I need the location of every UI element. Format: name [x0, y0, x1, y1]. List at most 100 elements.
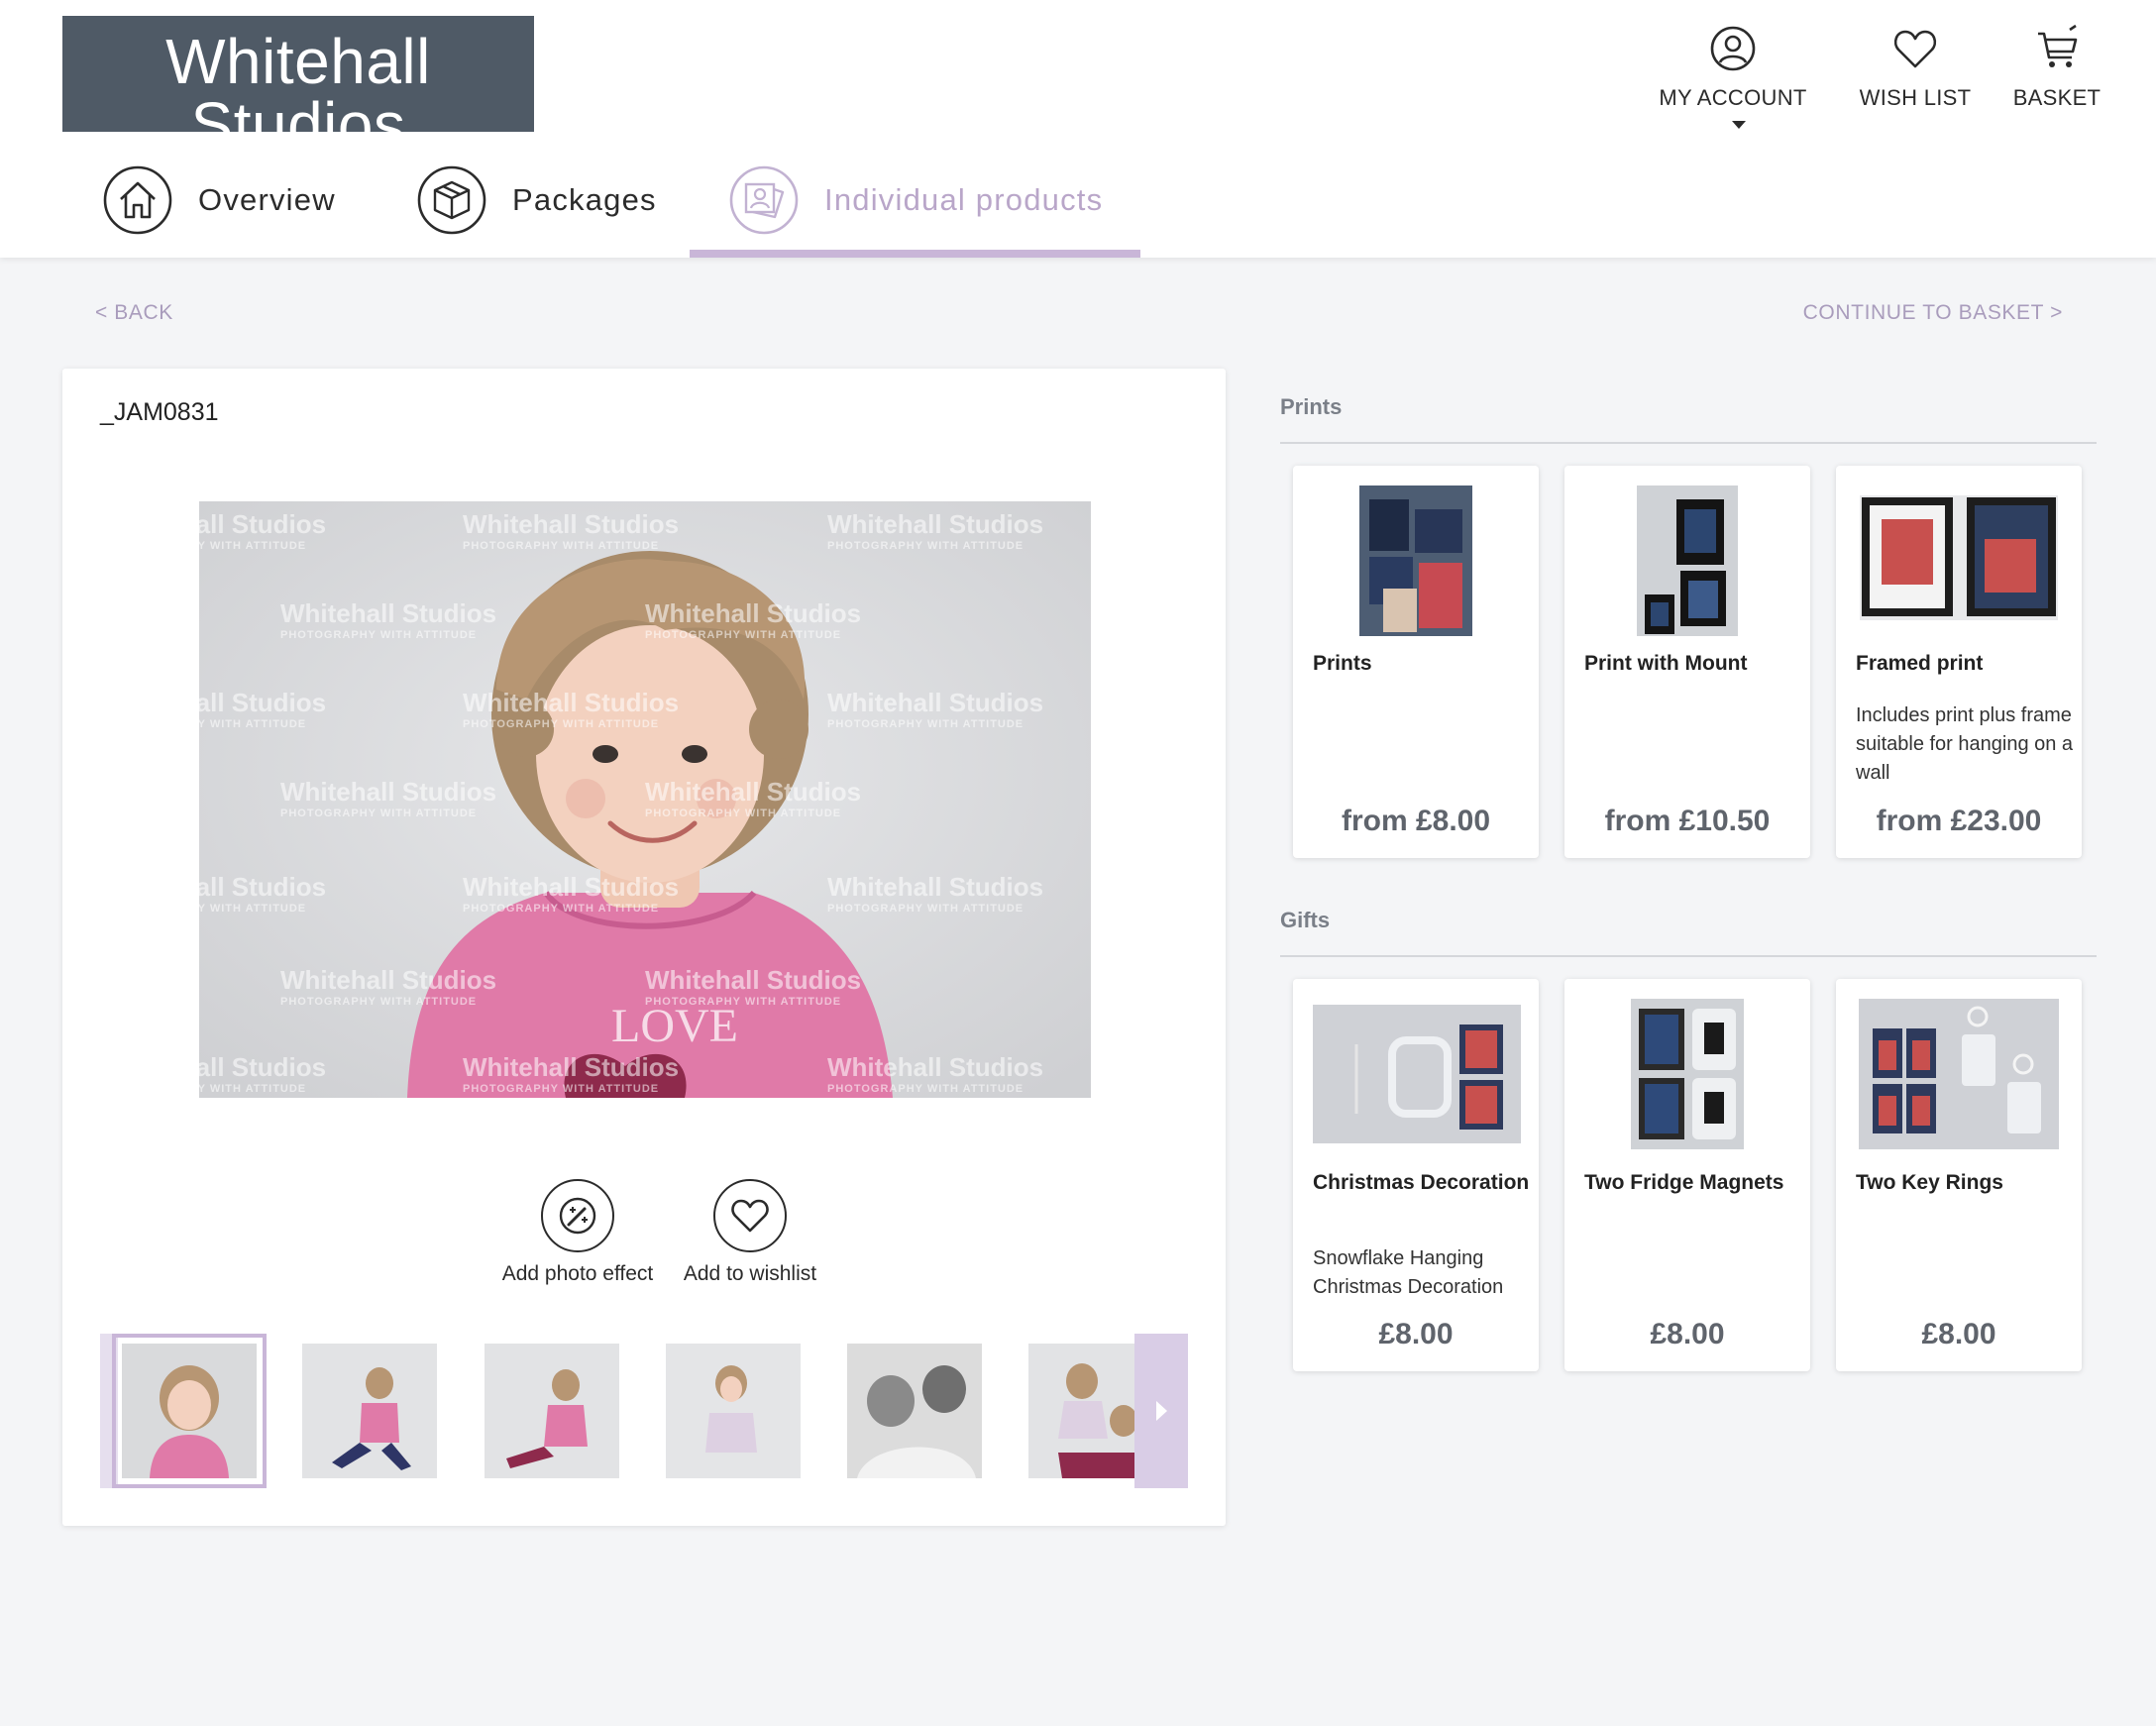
watermark-tag: PHOTOGRAPHY WITH ATTITUDE [827, 903, 1024, 915]
thumbnail[interactable] [666, 1344, 801, 1478]
watermark: Whitehall StudiosPHOTOGRAPHY WITH ATTITU… [463, 509, 679, 552]
user-icon [1710, 26, 1756, 71]
watermark: Whitehall StudiosPHOTOGRAPHY WITH ATTITU… [280, 965, 496, 1008]
chevron-right-icon [1155, 1401, 1167, 1421]
watermark-name: Whitehall Studios [827, 509, 1044, 539]
home-icon [103, 165, 172, 235]
add-to-wishlist-button[interactable]: Add to wishlist [661, 1179, 839, 1286]
watermark: Whitehall StudiosPHOTOGRAPHY WITH ATTITU… [199, 688, 326, 730]
watermark: Whitehall StudiosPHOTOGRAPHY WITH ATTITU… [827, 688, 1043, 730]
product-card-framed-print[interactable]: Framed print Includes print plus frame s… [1836, 466, 2082, 858]
product-name: Two Key Rings [1856, 1171, 2003, 1194]
watermark-name: Whitehall Studios [199, 872, 327, 902]
heart-icon [1893, 30, 1937, 68]
thumbnail[interactable] [847, 1344, 982, 1478]
product-image [1359, 485, 1472, 636]
watermark-name: Whitehall Studios [827, 688, 1044, 717]
brand-name: Whitehall Studios [165, 26, 431, 161]
thumbnail-prev-area[interactable] [100, 1334, 118, 1488]
tab-packages[interactable]: Packages [417, 165, 657, 265]
watermark: Whitehall StudiosPHOTOGRAPHY WITH ATTITU… [463, 872, 679, 915]
watermark: Whitehall StudiosPHOTOGRAPHY WITH ATTITU… [199, 872, 326, 915]
watermark: Whitehall StudiosPHOTOGRAPHY WITH ATTITU… [280, 777, 496, 819]
watermark: Whitehall StudiosPHOTOGRAPHY WITH ATTITU… [199, 1052, 326, 1095]
watermark: Whitehall StudiosPHOTOGRAPHY WITH ATTITU… [645, 598, 861, 641]
tab-overview[interactable]: Overview [103, 165, 336, 265]
heart-icon [713, 1179, 787, 1252]
watermark-name: Whitehall Studios [827, 872, 1044, 902]
continue-to-basket-link[interactable]: CONTINUE TO BASKET > [1803, 301, 2063, 325]
product-name: Framed print [1856, 652, 1984, 675]
tab-individual-products-label: Individual products [824, 182, 1104, 217]
prints-section-title: Prints [1280, 394, 1343, 419]
product-image [1860, 495, 2058, 620]
watermark-tag: PHOTOGRAPHY WITH ATTITUDE [199, 903, 307, 915]
thumbnail[interactable] [112, 1334, 267, 1488]
thumbnail-strip [100, 1334, 1188, 1488]
thumbnail-image [302, 1344, 437, 1478]
watermark: Whitehall StudiosPHOTOGRAPHY WITH ATTITU… [645, 777, 861, 819]
product-card-two-key-rings[interactable]: Two Key Rings £8.00 [1836, 979, 2082, 1371]
site-header: Whitehall Studios PHOTOGRAPHY WITH ATTIT… [0, 0, 2156, 258]
cart-icon [2038, 24, 2078, 67]
watermark: Whitehall StudiosPHOTOGRAPHY WITH ATTITU… [827, 1052, 1043, 1095]
account-label: MY ACCOUNT [1659, 85, 1807, 110]
product-card-prints[interactable]: Prints from £8.00 [1293, 466, 1539, 858]
watermark-name: Whitehall Studios [645, 777, 862, 807]
brand-logo[interactable]: Whitehall Studios PHOTOGRAPHY WITH ATTIT… [62, 16, 534, 186]
watermark-name: Whitehall Studios [463, 688, 680, 717]
account-button[interactable]: MY ACCOUNT [1649, 24, 1817, 137]
watermark: Whitehall StudiosPHOTOGRAPHY WITH ATTITU… [827, 509, 1043, 552]
box-icon [417, 165, 486, 235]
product-image [1631, 999, 1744, 1149]
watermark: Whitehall StudiosPHOTOGRAPHY WITH ATTITU… [199, 509, 326, 552]
watermark: Whitehall StudiosPHOTOGRAPHY WITH ATTITU… [280, 598, 496, 641]
watermark-name: Whitehall Studios [463, 872, 680, 902]
thumbnail-image [847, 1344, 982, 1478]
thumbnail-image [666, 1344, 801, 1478]
watermark-name: Whitehall Studios [199, 1052, 327, 1082]
watermark: Whitehall StudiosPHOTOGRAPHY WITH ATTITU… [645, 965, 861, 1008]
thumbnail[interactable] [485, 1344, 619, 1478]
product-image [1637, 485, 1738, 636]
back-link[interactable]: < BACK [95, 301, 173, 325]
product-name: Two Fridge Magnets [1584, 1171, 1784, 1194]
product-price: £8.00 [1921, 1318, 1996, 1350]
product-card-two-fridge-magnets[interactable]: Two Fridge Magnets £8.00 [1564, 979, 1810, 1371]
photo-panel: _JAM0831 LOVE all Studios Y WITH ATTITUD… [62, 369, 1226, 1526]
product-name: Print with Mount [1584, 652, 1748, 675]
watermark-name: Whitehall Studios [645, 965, 862, 995]
active-tab-indicator [690, 250, 1140, 258]
photo-id: _JAM0831 [100, 398, 219, 426]
thumbnail-image [122, 1344, 257, 1478]
product-price: £8.00 [1650, 1318, 1725, 1350]
watermark-tag: PHOTOGRAPHY WITH ATTITUDE [280, 996, 478, 1008]
basket-button[interactable]: BASKET [2007, 24, 2106, 111]
watermark-tag: PHOTOGRAPHY WITH ATTITUDE [463, 903, 660, 915]
wishlist-button[interactable]: WISH LIST [1853, 24, 1978, 111]
basket-label: BASKET [2012, 85, 2102, 110]
product-price: £8.00 [1378, 1318, 1454, 1350]
product-card-print-with-mount[interactable]: Print with Mount from £10.50 [1564, 466, 1810, 858]
add-photo-effect-button[interactable]: Add photo effect [479, 1179, 677, 1286]
watermark-name: Whitehall Studios [827, 1052, 1044, 1082]
watermark-name: Whitehall Studios [463, 509, 680, 539]
product-description: Snowflake Hanging Christmas Decoration [1313, 1247, 1504, 1298]
product-name: Prints [1313, 652, 1372, 675]
product-card-christmas-decoration[interactable]: Christmas Decoration Snowflake Hanging C… [1293, 979, 1539, 1371]
product-name: Christmas Decoration [1313, 1171, 1530, 1194]
watermark: Whitehall StudiosPHOTOGRAPHY WITH ATTITU… [463, 688, 679, 730]
watermark: Whitehall StudiosPHOTOGRAPHY WITH ATTITU… [463, 1052, 679, 1095]
watermark-name: Whitehall Studios [280, 777, 497, 807]
thumbnail[interactable] [302, 1344, 437, 1478]
main-photo[interactable]: LOVE Whitehall StudiosPHOTOGRAPHY WITH A… [199, 501, 1091, 1098]
watermark-name: Whitehall Studios [280, 598, 497, 628]
thumbnail-next-button[interactable] [1134, 1334, 1188, 1488]
watermark-tag: PHOTOGRAPHY WITH ATTITUDE [827, 1083, 1024, 1095]
add-to-wishlist-label: Add to wishlist [683, 1262, 817, 1285]
watermark-name: Whitehall Studios [463, 1052, 680, 1082]
watermark-tag: PHOTOGRAPHY WITH ATTITUDE [199, 718, 307, 730]
product-price: from £10.50 [1604, 805, 1771, 837]
watermark-tag: PHOTOGRAPHY WITH ATTITUDE [463, 540, 660, 552]
watermark-tag: PHOTOGRAPHY WITH ATTITUDE [645, 996, 842, 1008]
